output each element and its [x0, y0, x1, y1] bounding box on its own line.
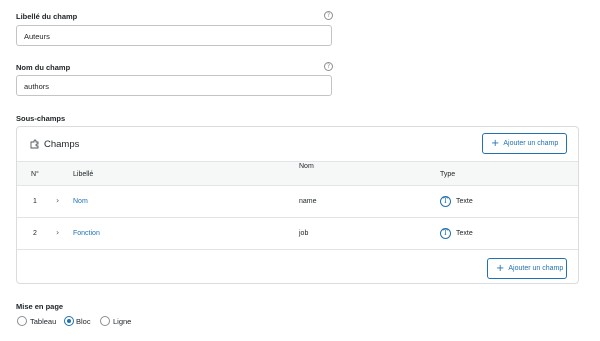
column-label: Libellé: [73, 171, 94, 178]
subfields-table-header: N° Libellé Nom Type: [17, 161, 578, 186]
subfields-panel-title: Champs: [44, 139, 80, 150]
layout-radio-bloc[interactable]: [64, 316, 74, 326]
row-number: 2: [33, 230, 37, 237]
puzzle-icon: [30, 139, 39, 149]
row-label-link[interactable]: Nom: [73, 198, 88, 205]
layout-radio-tableau[interactable]: [17, 316, 27, 326]
field-label-heading: Libellé du champ: [16, 12, 78, 21]
question-circle-icon[interactable]: ?: [324, 11, 333, 20]
chevron-right-icon[interactable]: ›: [56, 228, 59, 237]
layout-option-label[interactable]: Ligne: [113, 317, 131, 326]
text-type-icon: T: [440, 228, 451, 239]
subfields-heading: Sous-champs: [16, 114, 66, 123]
row-type: Texte: [456, 230, 473, 237]
field-name-input[interactable]: authors: [16, 75, 332, 96]
add-field-button-label: Ajouter un champ: [503, 140, 559, 147]
field-label-input[interactable]: Auteurs: [16, 25, 332, 46]
add-field-button-bottom[interactable]: + Ajouter un champ: [487, 258, 567, 279]
add-field-button-top[interactable]: + Ajouter un champ: [482, 133, 567, 154]
row-name: name: [299, 198, 317, 205]
add-field-button-label: Ajouter un champ: [508, 265, 564, 272]
row-number: 1: [33, 198, 37, 205]
field-name-heading: Nom du champ: [16, 63, 71, 72]
column-type: Type: [440, 171, 456, 178]
subfields-panel-header: Champs + Ajouter un champ: [17, 127, 578, 161]
column-name: Nom: [299, 163, 314, 170]
text-type-icon: T: [440, 196, 451, 207]
row-name: job: [299, 230, 309, 237]
row-label-link[interactable]: Fonction: [73, 230, 100, 237]
row-type: Texte: [456, 198, 473, 205]
chevron-right-icon[interactable]: ›: [56, 196, 59, 205]
subfields-panel: Champs + Ajouter un champ N° Libellé Nom …: [16, 126, 579, 284]
layout-radio-ligne[interactable]: [100, 316, 110, 326]
question-circle-icon[interactable]: ?: [324, 62, 333, 71]
table-row[interactable]: 2 › Fonction job T Texte: [17, 218, 578, 250]
column-number: N°: [31, 171, 39, 178]
layout-option-label[interactable]: Bloc: [76, 317, 91, 326]
plus-icon: +: [496, 263, 505, 274]
table-row[interactable]: 1 › Nom name T Texte: [17, 186, 578, 218]
layout-heading: Mise en page: [16, 302, 64, 311]
plus-icon: +: [491, 138, 500, 149]
layout-option-label[interactable]: Tableau: [30, 317, 56, 326]
